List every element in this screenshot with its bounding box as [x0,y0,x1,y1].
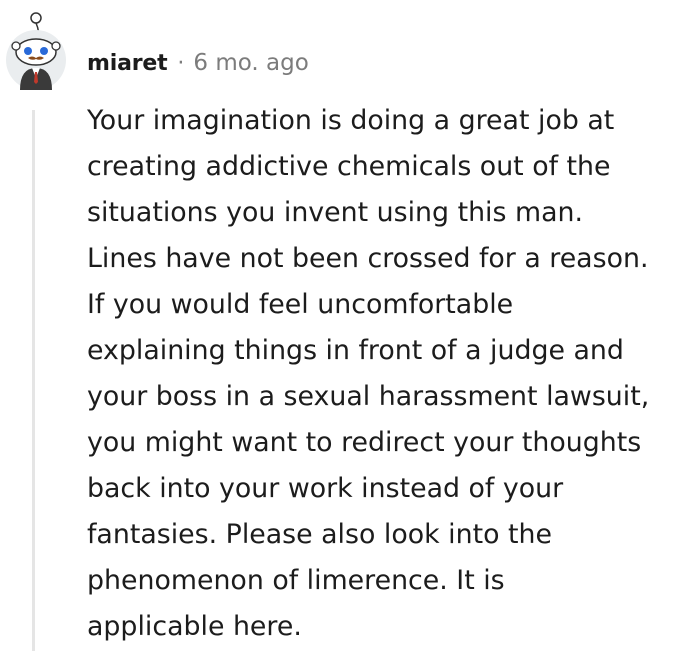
comment-body-line: fantasies. Please also look into the [87,519,552,550]
comment-body: Your imagination is doing a great job at… [87,98,695,650]
comment-body-line: If you would feel uncomfortable [87,289,514,320]
comment-body-line: applicable here. [87,611,302,642]
comment-body-line: Lines have not been crossed for a reason… [87,243,649,274]
comment-body-line: your boss in a sexual harassment lawsuit… [87,381,650,412]
comment-timestamp[interactable]: 6 mo. ago [193,50,308,76]
comment-body-line: you might want to redirect your thoughts [87,427,642,458]
comment-body-line: back into your work instead of your [87,473,564,504]
meta-separator: · [177,50,185,76]
thread-collapse-line[interactable] [32,110,35,651]
comment-body-line: phenomenon of limerence. It is [87,565,505,596]
comment-body-line: explaining things in front of a judge an… [87,335,624,366]
user-avatar-icon[interactable] [2,6,70,90]
comment-body-line: situations you invent using this man. [87,197,584,228]
author-username[interactable]: miaret [87,51,168,76]
comment: miaret · 6 mo. ago Your imagination is d… [0,0,700,651]
comment-body-line: Your imagination is doing a great job at [87,105,615,136]
comment-body-line: creating addictive chemicals out of the [87,151,611,182]
comment-header: miaret · 6 mo. ago [87,45,309,81]
